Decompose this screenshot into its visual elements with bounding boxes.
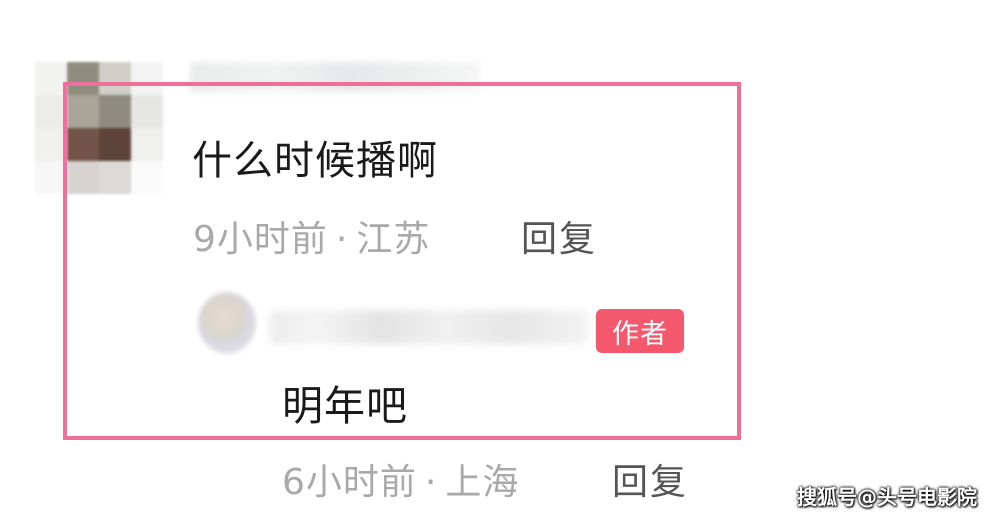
comment-text: 什么时候播啊: [192, 138, 438, 184]
comment-screenshot: 什么时候播啊 9小时前 · 江苏 回复 作者 明年吧 6小时前 · 上海 回复 搜狐号@…: [0, 0, 999, 524]
reply-button[interactable]: 回复: [521, 210, 597, 262]
author-reply-button[interactable]: 回复: [612, 453, 688, 505]
meta-separator: ·: [335, 219, 349, 260]
author-username-blurred[interactable]: [270, 310, 588, 344]
comment-time: 9小时前: [193, 219, 328, 260]
meta-separator: ·: [424, 462, 438, 503]
author-avatar[interactable]: [198, 292, 256, 354]
author-reply-time: 6小时前: [282, 462, 417, 503]
author-reply-location: 上海: [445, 462, 520, 503]
comment-location: 江苏: [356, 219, 431, 260]
watermark: 搜狐号@头号电影院: [797, 485, 977, 509]
comment-meta: 9小时前 · 江苏: [193, 210, 430, 262]
author-reply-text: 明年吧: [282, 382, 408, 430]
author-reply-meta: 6小时前 · 上海: [282, 453, 519, 505]
author-badge: 作者: [596, 309, 684, 353]
